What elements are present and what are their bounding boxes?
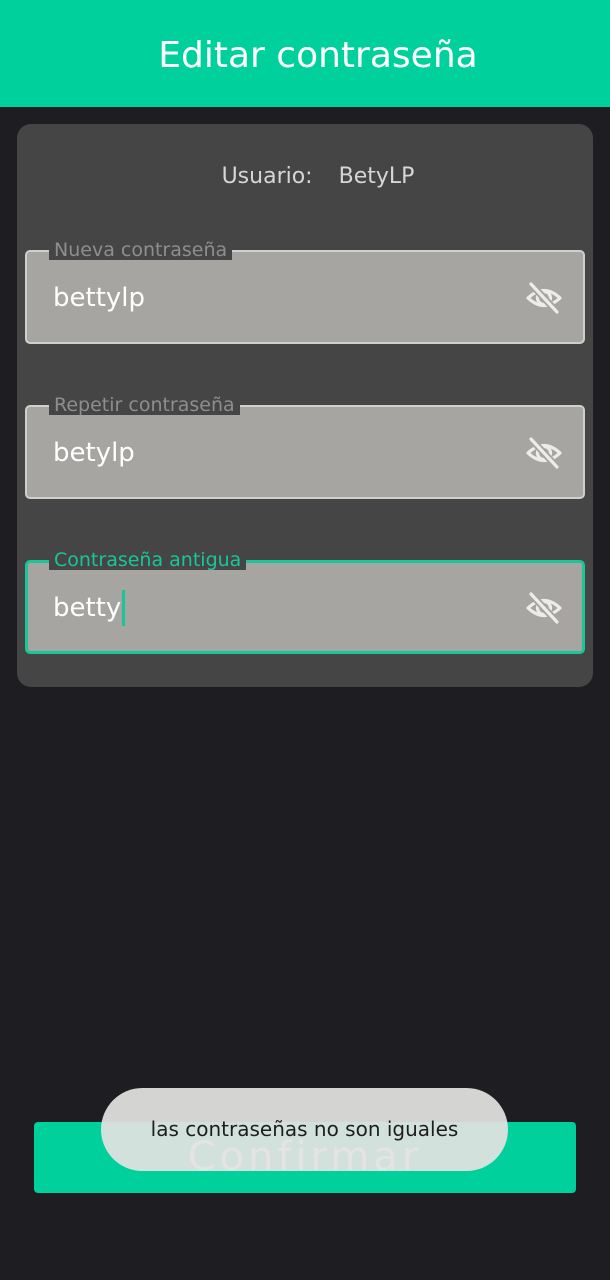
- old-password-field[interactable]: Contraseña antigua betty: [25, 550, 585, 654]
- app-header: Editar contraseña: [0, 0, 610, 107]
- user-info: Usuario: BetyLP: [0, 162, 610, 192]
- repeat-password-input[interactable]: betylp: [53, 435, 135, 471]
- eye-off-icon[interactable]: [525, 434, 563, 472]
- new-password-field[interactable]: Nueva contraseña bettylp: [25, 240, 585, 344]
- user-label: Usuario:: [221, 164, 313, 189]
- new-password-input[interactable]: bettylp: [53, 280, 145, 316]
- text-cursor: [122, 590, 126, 626]
- repeat-password-label: Repetir contraseña: [49, 395, 240, 415]
- page-title: Editar contraseña: [158, 35, 478, 76]
- old-password-label: Contraseña antigua: [49, 550, 247, 570]
- new-password-label: Nueva contraseña: [49, 240, 233, 260]
- eye-off-icon[interactable]: [525, 279, 563, 317]
- username-value: BetyLP: [338, 164, 415, 189]
- old-password-input[interactable]: betty: [53, 593, 121, 623]
- repeat-password-field[interactable]: Repetir contraseña betylp: [25, 395, 585, 499]
- eye-off-icon[interactable]: [525, 589, 563, 627]
- error-toast: las contraseñas no son iguales: [101, 1088, 508, 1171]
- old-password-value[interactable]: betty: [53, 590, 126, 626]
